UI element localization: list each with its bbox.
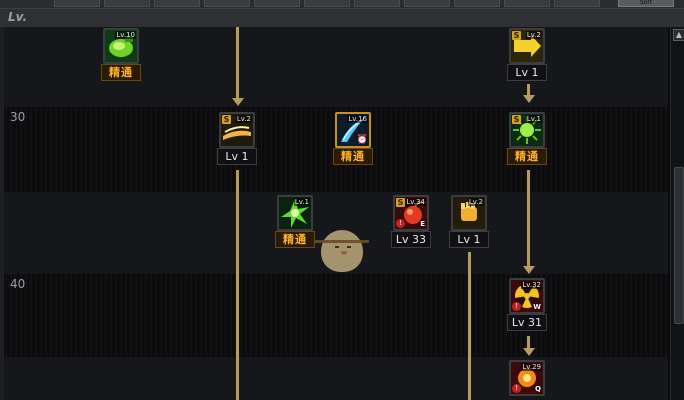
red-core-icon[interactable]: Lv.29 ! Q [509,360,545,396]
tab-slot[interactable] [204,0,250,7]
owl-mascot-icon [315,226,369,274]
connector-arrow-icon [523,266,535,274]
skill-slot[interactable]: Lv.16 ⏰ 精通 [333,112,373,165]
skill-icon-level: Lv.1 [293,198,310,206]
skill-badge-letter: E [420,220,425,228]
skill-icon-level: Lv.32 [521,281,542,289]
mastery-label: 精通 [101,64,141,81]
scroll-up-arrow-icon[interactable]: ▲ [673,29,684,41]
skill-icon-level: Lv.29 [521,363,542,371]
connector-line [236,27,239,99]
sort-button[interactable]: Sort [618,0,674,7]
skill-badge-alert-icon: ! [512,302,521,311]
skill-slot[interactable]: Lv.2 Lv 1 [449,195,489,248]
skill-icon-level: Lv.2 [467,198,484,206]
connector-line [236,170,239,400]
yellow-slash-icon[interactable]: S Lv.2 [219,112,255,148]
skill-badge-s-icon: S [396,198,405,207]
connector-line [527,170,530,267]
skill-slot[interactable]: S Lv.34 ! E Lv 33 [391,195,431,248]
skill-slot[interactable]: Lv.10 精通 [101,28,141,81]
scrollbar-thumb[interactable] [674,167,684,324]
skill-badge-s-icon: S [222,115,231,124]
level-marker-30: 30 [10,110,26,124]
skill-icon-level: Lv.1 [525,115,542,123]
skill-badge-alert-icon: ! [396,219,405,228]
mastery-label: 精通 [507,148,547,165]
level-band [4,357,668,400]
connector-arrow-icon [523,95,535,103]
green-grenade-icon[interactable]: Lv.10 [103,28,139,64]
tab-slot[interactable] [304,0,350,7]
yellow-arrow-icon[interactable]: S Lv.2 [509,28,545,64]
skill-slot[interactable]: Lv.32 ! W Lv 31 [507,278,547,331]
skill-level-label: Lv 1 [449,231,489,248]
skill-badge-letter: W [533,303,541,311]
tab-slot[interactable] [104,0,150,7]
red-nuclear-icon[interactable]: Lv.32 ! W [509,278,545,314]
skill-icon-level: Lv.16 [347,115,368,123]
skill-slot[interactable]: S Lv.2 Lv 1 [217,112,257,165]
skill-slot[interactable]: S Lv.2 Lv 1 [507,28,547,81]
skill-icon-level: Lv.10 [115,31,136,39]
tab-slot[interactable] [554,0,600,7]
skill-badge-letter: Q [535,385,541,393]
red-bomb-icon[interactable]: S Lv.34 ! E [393,195,429,231]
skill-level-label: Lv 1 [217,148,257,165]
skill-badge-s-icon: S [512,115,521,124]
level-column-label: Lv. [8,10,28,24]
level-marker-40: 40 [10,277,26,291]
clock-icon: ⏰ [356,135,368,145]
skill-badge-s-icon: S [512,31,521,40]
skill-icon-level: Lv.34 [405,198,426,206]
tab-slot[interactable] [154,0,200,7]
skill-level-label: Lv 31 [507,314,547,331]
vertical-scrollbar[interactable]: ▲ [670,27,684,400]
tab-slot[interactable] [504,0,550,7]
mastery-label: 精通 [333,148,373,165]
skill-slot[interactable]: S Lv.1 精通 [507,112,547,165]
mascot-eye [335,246,339,248]
tab-slot[interactable] [454,0,500,7]
yellow-fist-icon[interactable]: Lv.2 [451,195,487,231]
skill-icon-level: Lv.2 [525,31,542,39]
level-header: Lv. [0,9,684,28]
skill-icon-level: Lv.2 [235,115,252,123]
connector-line [468,252,471,400]
connector-arrow-icon [523,348,535,356]
skill-slot[interactable]: Lv.29 ! Q [507,360,547,396]
level-band [4,274,668,357]
mascot-eye [347,246,351,248]
skill-level-label: Lv 1 [507,64,547,81]
mastery-label: 精通 [275,231,315,248]
skill-slot[interactable]: Lv.1 精通 [275,195,315,248]
tab-slot[interactable] [54,0,100,7]
top-tab-strip: Sort [0,0,684,9]
blue-blade-icon[interactable]: Lv.16 ⏰ [335,112,371,148]
green-sun-icon[interactable]: S Lv.1 [509,112,545,148]
green-burst-icon[interactable]: Lv.1 [277,195,313,231]
connector-arrow-icon [232,98,244,106]
tab-slot[interactable] [354,0,400,7]
tab-slot[interactable] [254,0,300,7]
tab-slot[interactable] [404,0,450,7]
mascot-headband [315,240,369,243]
skill-level-label: Lv 33 [391,231,431,248]
skill-badge-alert-icon: ! [512,384,521,393]
